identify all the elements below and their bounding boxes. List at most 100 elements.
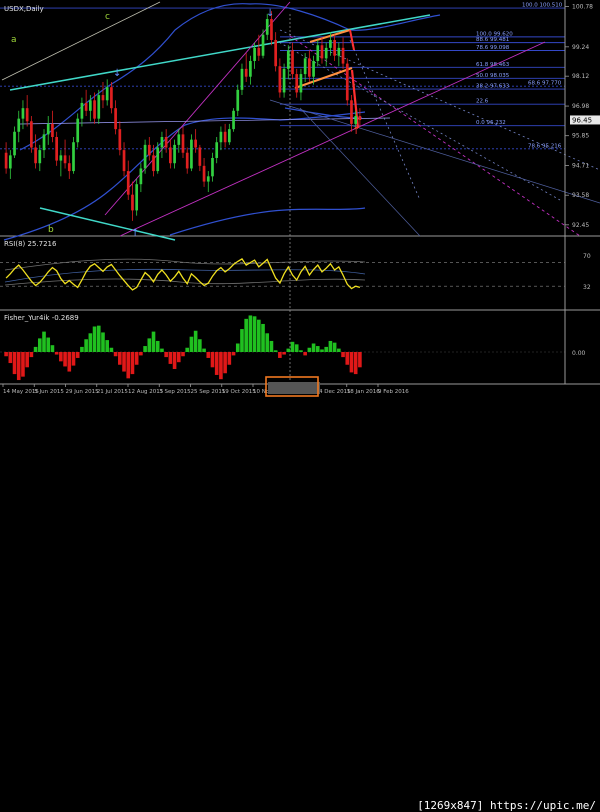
fisher-bar-68 xyxy=(290,341,295,352)
x-tick-label-2: 29 Jun 2015 xyxy=(66,389,100,395)
candle-body-45 xyxy=(194,139,197,148)
candle-body-1 xyxy=(8,155,12,169)
fisher-bar-46 xyxy=(198,339,202,352)
x-tick-label-5: 3 Sep 2015 xyxy=(159,389,191,395)
candle-body-19 xyxy=(84,102,88,111)
candle-body-51 xyxy=(219,131,223,143)
candle-body-78 xyxy=(333,40,336,56)
fisher-bar-75 xyxy=(320,349,324,352)
fisher-bar-23 xyxy=(101,332,105,352)
candle-body-59 xyxy=(253,47,256,61)
fisher-bar-31 xyxy=(134,352,139,365)
fisher-bar-50 xyxy=(214,352,219,375)
fisher-bar-79 xyxy=(337,348,341,352)
candle-body-42 xyxy=(181,134,185,153)
fisher-bar-73 xyxy=(311,343,316,352)
fisher-bar-74 xyxy=(315,346,320,352)
candle-body-84 xyxy=(358,116,362,120)
fisher-bar-17 xyxy=(75,352,80,358)
footer-bar: [1269x847] https://upic.me/ xyxy=(0,397,600,812)
fisher-bar-20 xyxy=(88,333,93,352)
candle-body-73 xyxy=(312,60,315,77)
candle-body-36 xyxy=(156,147,160,172)
fisher-bar-56 xyxy=(240,329,244,352)
fisher-bar-9 xyxy=(42,331,46,352)
fisher-bar-24 xyxy=(105,340,109,352)
fisher-bar-8 xyxy=(37,338,42,352)
fisher-bar-16 xyxy=(71,352,76,366)
candle-body-60 xyxy=(257,47,261,56)
fisher-bar-65 xyxy=(278,352,282,358)
candle-body-82 xyxy=(350,100,353,124)
fisher-bar-33 xyxy=(143,346,147,352)
candle-body-25 xyxy=(110,87,113,109)
fisher-bar-72 xyxy=(307,347,312,352)
candle-body-38 xyxy=(164,137,168,148)
candle-body-11 xyxy=(51,123,54,138)
fisher-bar-83 xyxy=(353,352,358,375)
candle-body-49 xyxy=(211,157,214,177)
fisher-bar-77 xyxy=(328,340,333,352)
candle-body-63 xyxy=(270,19,273,41)
fib-level-label-2: 78.6 99.098 xyxy=(476,45,510,51)
x-tick-label-1: 5 Jun 2015 xyxy=(34,389,64,395)
fisher-bar-44 xyxy=(189,336,194,352)
candle-body-2 xyxy=(13,131,16,156)
candle-body-33 xyxy=(143,144,147,169)
candle-body-9 xyxy=(42,134,46,151)
candle-body-43 xyxy=(185,152,189,169)
fisher-bar-35 xyxy=(151,331,156,352)
fisher-bar-45 xyxy=(193,330,198,352)
fisher-bar-40 xyxy=(172,352,177,369)
candle-body-24 xyxy=(105,87,109,101)
candle-body-16 xyxy=(72,142,75,172)
candle-body-71 xyxy=(303,58,307,75)
candle-body-70 xyxy=(299,74,303,93)
candle-body-35 xyxy=(152,155,155,172)
candle-body-65 xyxy=(278,66,282,93)
candle-body-22 xyxy=(97,95,101,119)
x-tick-label-3: 21 Jul 2015 xyxy=(97,389,129,395)
candle-body-55 xyxy=(236,89,240,111)
fisher-bar-7 xyxy=(33,346,38,352)
fisher-bar-42 xyxy=(181,352,185,357)
x-tick-label-12: 9 Feb 2016 xyxy=(378,389,409,395)
x-tick-label-11: 18 Jan 2016 xyxy=(347,389,380,395)
fisher-bar-6 xyxy=(29,352,34,358)
fisher-bar-55 xyxy=(235,343,240,352)
rsi-tick-70: 70 xyxy=(583,253,591,260)
price-tick-label-4: 95.85 xyxy=(572,133,589,140)
fisher-bar-63 xyxy=(269,340,274,352)
candle-body-75 xyxy=(320,45,324,59)
fisher-bar-84 xyxy=(358,352,362,368)
candle-body-37 xyxy=(160,137,164,148)
fisher-bar-60 xyxy=(257,319,261,352)
candle-body-66 xyxy=(282,68,286,93)
candle-body-23 xyxy=(101,95,105,101)
candle-body-58 xyxy=(249,60,252,77)
fisher-bar-54 xyxy=(231,352,236,356)
fisher-bar-15 xyxy=(67,352,72,372)
candle-body-31 xyxy=(135,184,139,211)
pivot-low-marker: ↑ xyxy=(131,228,139,239)
usdx-daily-chart: 100.0 100.510 68.6 97.770 78.6 95.216 100.… xyxy=(0,0,600,420)
fisher-bar-67 xyxy=(286,348,291,352)
candle-body-72 xyxy=(308,58,311,77)
fisher-bar-11 xyxy=(50,345,55,352)
candle-body-50 xyxy=(215,142,219,158)
fib-extension-label-1: 68.6 97.770 xyxy=(528,81,562,87)
fisher-bar-47 xyxy=(202,348,206,352)
fib-extension-label-2: 78.6 95.216 xyxy=(528,143,562,149)
candle-body-62 xyxy=(265,19,269,35)
watermark-text: [1269x847] https://upic.me/ xyxy=(417,799,596,812)
fisher-bar-28 xyxy=(122,352,126,372)
price-tick-label-5: 94.71 xyxy=(572,163,589,170)
fib-level-label-5: 38.2 97.633 xyxy=(476,84,510,90)
fisher-bar-80 xyxy=(341,352,345,358)
fisher-bar-76 xyxy=(324,346,329,352)
candle-body-54 xyxy=(232,110,235,130)
highlighted-date-box xyxy=(268,382,320,394)
candle-body-56 xyxy=(240,68,244,90)
candle-body-77 xyxy=(329,40,332,48)
candle-body-40 xyxy=(173,144,176,164)
